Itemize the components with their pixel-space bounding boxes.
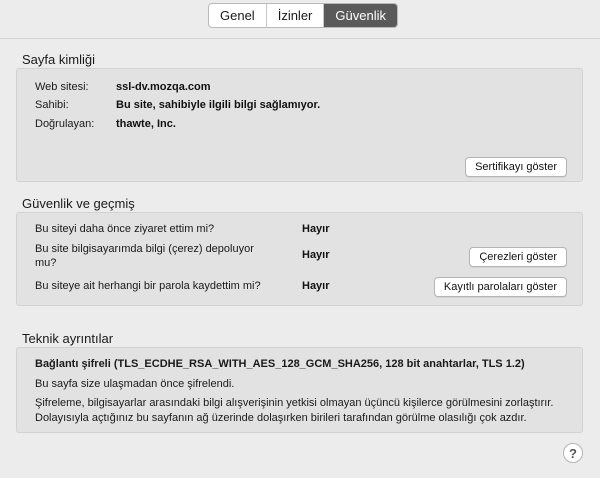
privacy-panel: Bu siteyi daha önce ziyaret ettim mi? Ha…: [16, 212, 583, 306]
show-cookies-button[interactable]: Çerezleri göster: [469, 247, 567, 267]
show-certificate-button[interactable]: Sertifikayı göster: [465, 157, 567, 177]
visited-question: Bu siteyi daha önce ziyaret ettim mi?: [35, 223, 215, 235]
website-label: Web sitesi:: [35, 81, 89, 93]
encrypted-note: Bu sayfa size ulaşmadan önce şifrelendi.: [35, 378, 235, 390]
privacy-title: Güvenlik ve geçmiş: [22, 196, 135, 211]
show-saved-passwords-button[interactable]: Kayıtlı parolaları göster: [433, 277, 567, 297]
encryption-explanation: Şifreleme, bilgisayarlar arasındaki bilg…: [35, 397, 554, 424]
owner-value: Bu site, sahibiyle ilgili bilgi sağlamıy…: [116, 99, 321, 111]
website-value: ssl-dv.mozqa.com: [116, 81, 211, 93]
identity-panel: Web sitesi: ssl-dv.mozqa.com Sahibi: Bu …: [16, 68, 583, 182]
cipher-info: Bağlantı şifreli (TLS_ECDHE_RSA_WITH_AES…: [35, 358, 525, 370]
passwords-question: Bu siteye ait herhangi bir parola kaydet…: [35, 280, 261, 292]
tab-permissions[interactable]: İzinler: [267, 4, 325, 27]
cookies-question: Bu site bilgisayarımda bilgi (çerez) dep…: [35, 243, 254, 269]
tab-general[interactable]: Genel: [209, 4, 267, 27]
technical-panel: Bağlantı şifreli (TLS_ECDHE_RSA_WITH_AES…: [16, 347, 583, 433]
divider: [0, 38, 600, 39]
identity-title: Sayfa kimliği: [22, 52, 95, 67]
technical-title: Teknik ayrıntılar: [22, 331, 114, 346]
verifier-value: thawte, Inc.: [116, 118, 176, 130]
verifier-label: Doğrulayan:: [35, 118, 95, 130]
cookies-answer: Hayır: [302, 249, 330, 261]
tab-bar: Genel İzinler Güvenlik: [208, 3, 398, 28]
tab-security[interactable]: Güvenlik: [324, 4, 397, 27]
owner-label: Sahibi:: [35, 99, 69, 111]
help-button[interactable]: ?: [563, 443, 583, 463]
visited-answer: Hayır: [302, 223, 330, 235]
passwords-answer: Hayır: [302, 280, 330, 292]
